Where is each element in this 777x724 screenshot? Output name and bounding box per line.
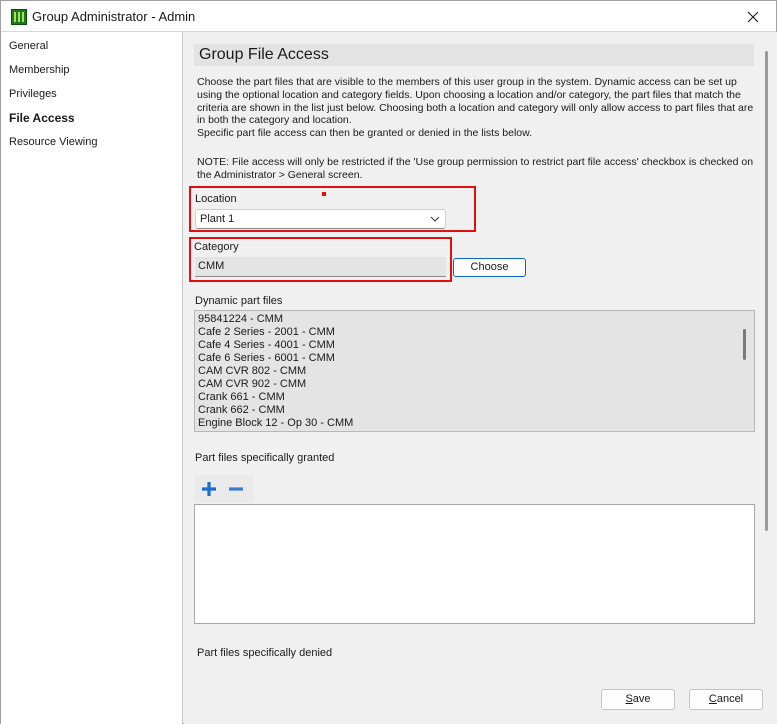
close-button[interactable] bbox=[730, 1, 776, 32]
list-item[interactable]: Crank 662 - CMM bbox=[198, 404, 353, 417]
sidebar-item-privileges[interactable]: Privileges bbox=[9, 88, 57, 100]
sidebar-item-resource-viewing[interactable]: Resource Viewing bbox=[9, 136, 97, 148]
plus-icon bbox=[202, 482, 216, 496]
location-select[interactable]: Plant 1 bbox=[195, 209, 446, 229]
dialog-footer: Save Cancel bbox=[184, 666, 777, 724]
save-mnemonic: S bbox=[625, 693, 633, 705]
list-item[interactable]: CAM CVR 902 - CMM bbox=[198, 378, 353, 391]
section-title: Group File Access bbox=[199, 46, 329, 63]
save-label: ave bbox=[632, 693, 651, 705]
list-item[interactable]: CAM CVR 802 - CMM bbox=[198, 365, 353, 378]
description-text: Choose the part files that are visible t… bbox=[197, 76, 757, 140]
sidebar-item-general[interactable]: General bbox=[9, 40, 48, 52]
list-item[interactable]: Engine Block 12 - Op 30 - CMM bbox=[198, 417, 353, 430]
description-paragraph-2: Specific part file access can then be gr… bbox=[197, 127, 533, 140]
category-field[interactable]: CMM bbox=[195, 257, 446, 277]
sidebar-nav: General Membership Privileges File Acces… bbox=[1, 32, 183, 724]
category-label: Category bbox=[194, 241, 239, 253]
list-scrollbar[interactable] bbox=[743, 329, 746, 360]
save-button[interactable]: Save bbox=[601, 689, 675, 710]
add-granted-button[interactable] bbox=[200, 480, 218, 498]
location-label: Location bbox=[195, 193, 237, 205]
highlight-marker bbox=[322, 192, 326, 196]
section-header: Group File Access bbox=[194, 44, 754, 66]
app-icon bbox=[11, 9, 27, 25]
list-item[interactable]: Cafe 4 Series - 4001 - CMM bbox=[198, 339, 353, 352]
remove-granted-button[interactable] bbox=[227, 480, 245, 498]
list-item[interactable]: Cafe 6 Series - 6001 - CMM bbox=[198, 352, 353, 365]
choose-button[interactable]: Choose bbox=[453, 258, 526, 277]
minus-icon bbox=[229, 487, 243, 491]
content-scrollbar[interactable] bbox=[765, 51, 768, 531]
sidebar-item-membership[interactable]: Membership bbox=[9, 64, 70, 76]
cancel-mnemonic: C bbox=[708, 693, 717, 705]
close-icon bbox=[747, 11, 759, 22]
cancel-label: ancel bbox=[716, 693, 744, 705]
dialog-window: Group Administrator - Admin General Memb… bbox=[0, 0, 777, 724]
category-value: CMM bbox=[198, 260, 225, 272]
granted-toolbar bbox=[194, 475, 254, 503]
window-title: Group Administrator - Admin bbox=[32, 9, 196, 24]
sidebar-item-file-access[interactable]: File Access bbox=[9, 111, 75, 125]
granted-files-list[interactable] bbox=[194, 504, 755, 624]
denied-files-label: Part files specifically denied bbox=[197, 647, 333, 659]
dynamic-files-list[interactable]: 95841224 - CMM Cafe 2 Series - 2001 - CM… bbox=[194, 310, 755, 432]
granted-files-label: Part files specifically granted bbox=[195, 452, 335, 464]
dynamic-files-items: 95841224 - CMM Cafe 2 Series - 2001 - CM… bbox=[198, 313, 353, 430]
description-paragraph: Choose the part files that are visible t… bbox=[197, 76, 754, 127]
location-value: Plant 1 bbox=[200, 213, 235, 225]
dynamic-files-label: Dynamic part files bbox=[195, 295, 283, 307]
chevron-down-icon bbox=[430, 216, 440, 222]
list-item[interactable]: Crank 661 - CMM bbox=[198, 391, 353, 404]
title-bar: Group Administrator - Admin bbox=[1, 1, 776, 32]
note-text: NOTE: File access will only be restricte… bbox=[197, 156, 754, 181]
content-panel: Group File Access Choose the part files … bbox=[184, 32, 777, 666]
list-item[interactable]: Cafe 2 Series - 2001 - CMM bbox=[198, 326, 353, 339]
list-item[interactable]: 95841224 - CMM bbox=[198, 313, 353, 326]
cancel-button[interactable]: Cancel bbox=[689, 689, 763, 710]
